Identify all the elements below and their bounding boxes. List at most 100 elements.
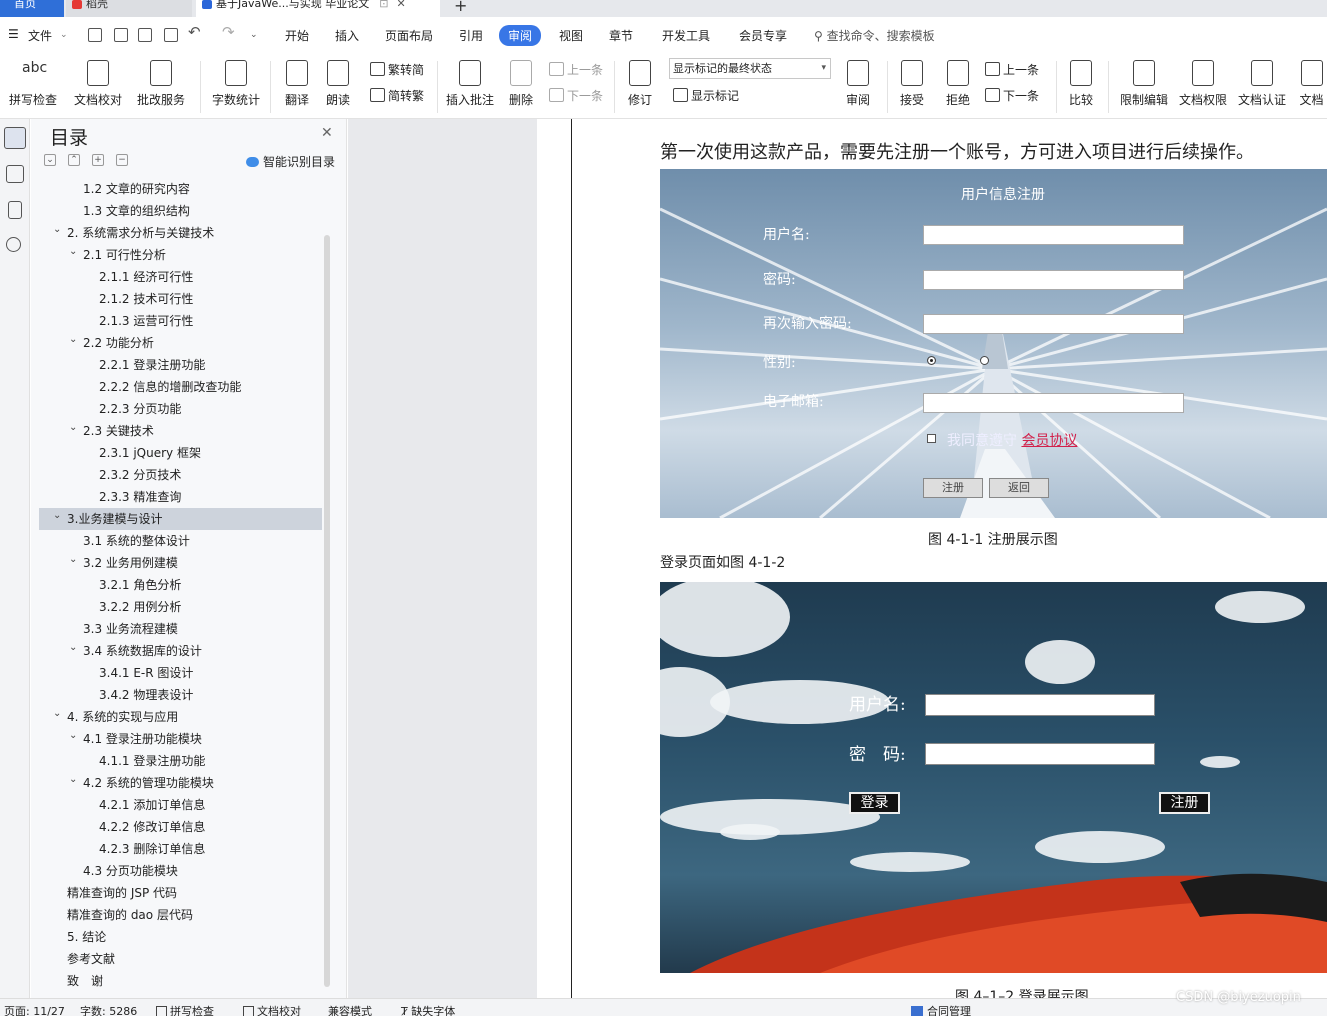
doc-certify-button[interactable]: 文档认证: [1236, 57, 1288, 108]
toc-item[interactable]: 4.2.1 添加订单信息: [39, 794, 322, 816]
chapter-nav-icon[interactable]: [6, 165, 24, 183]
menu-page-layout[interactable]: 页面布局: [385, 27, 433, 44]
smart-toc-button[interactable]: 智能识别目录: [246, 153, 335, 170]
toc-item[interactable]: 精准查询的 JSP 代码: [39, 882, 322, 904]
toc-item[interactable]: 1.2 文章的研究内容: [39, 178, 322, 200]
doc-more-button[interactable]: 文档: [1296, 57, 1327, 108]
toc-item[interactable]: ⌄ 4.2 系统的管理功能模块: [39, 772, 322, 794]
toc-item[interactable]: 2.1.2 技术可行性: [39, 288, 322, 310]
menu-review[interactable]: 审阅: [499, 25, 542, 46]
insert-comment-button[interactable]: 插入批注: [444, 57, 496, 108]
word-count-button[interactable]: 字数统计: [210, 57, 262, 108]
chevron-down-icon[interactable]: ⌄: [69, 725, 77, 747]
quick-access-more-icon[interactable]: ⌄: [250, 30, 258, 40]
toc-item[interactable]: 3.2.2 用例分析: [39, 596, 322, 618]
spell-check-toggle[interactable]: 拼写检查: [156, 1003, 214, 1016]
remove-heading-icon[interactable]: −: [116, 154, 128, 166]
menu-chapter[interactable]: 章节: [609, 27, 633, 44]
find-icon[interactable]: [6, 237, 21, 252]
batch-service-button[interactable]: 批改服务: [131, 57, 191, 108]
word-count-indicator[interactable]: 字数: 5286: [80, 1003, 137, 1016]
hamburger-icon[interactable]: ☰: [8, 27, 19, 41]
menu-insert[interactable]: 插入: [335, 27, 359, 44]
print-preview-icon[interactable]: [164, 28, 178, 42]
toc-item[interactable]: 3.4.1 E-R 图设计: [39, 662, 322, 684]
toc-item[interactable]: 5. 结论: [39, 926, 322, 948]
file-dropdown-icon[interactable]: ⌄: [60, 30, 68, 40]
add-heading-icon[interactable]: +: [92, 154, 104, 166]
menu-references[interactable]: 引用: [459, 27, 483, 44]
toc-item[interactable]: ⌄ 3.业务建模与设计: [39, 508, 322, 530]
read-aloud-button[interactable]: 朗读: [323, 57, 353, 108]
menu-file[interactable]: 文件: [28, 27, 52, 44]
chevron-down-icon[interactable]: ⌄: [69, 241, 77, 263]
accept-button[interactable]: 接受: [894, 57, 930, 108]
tab-document[interactable]: 基于JavaWe...与实现 毕业论文 ⊡ ✕: [196, 0, 440, 17]
toc-item[interactable]: 1.3 文章的组织结构: [39, 200, 322, 222]
toc-item[interactable]: 2.1.1 经济可行性: [39, 266, 322, 288]
chevron-down-icon[interactable]: ⌄: [69, 549, 77, 571]
delete-comment-button[interactable]: 删除: [504, 57, 538, 108]
menu-developer[interactable]: 开发工具: [662, 27, 710, 44]
compare-button[interactable]: 比较: [1063, 57, 1099, 108]
chevron-down-icon[interactable]: ⌄: [69, 637, 77, 659]
markup-state-select[interactable]: 显示标记的最终状态: [669, 58, 831, 79]
undo-icon[interactable]: ↶: [188, 23, 201, 41]
tab-home[interactable]: 首页: [0, 0, 64, 17]
translate-button[interactable]: 翻译: [278, 57, 316, 108]
missing-font-button[interactable]: T̷ 缺失字体: [401, 1003, 455, 1016]
export-pdf-icon[interactable]: [114, 28, 128, 42]
toc-item[interactable]: ⌄ 4.1 登录注册功能模块: [39, 728, 322, 750]
chevron-down-icon[interactable]: ⌄: [53, 219, 61, 241]
toc-item[interactable]: 3.1 系统的整体设计: [39, 530, 322, 552]
toc-item[interactable]: 致 谢: [39, 970, 322, 992]
new-tab-button[interactable]: +: [454, 0, 467, 15]
toc-item[interactable]: ⌄ 4. 系统的实现与应用: [39, 706, 322, 728]
toc-scrollbar[interactable]: [324, 235, 330, 987]
chevron-down-icon[interactable]: ⌄: [69, 329, 77, 351]
toc-item[interactable]: 3.4.2 物理表设计: [39, 684, 322, 706]
chevron-down-icon[interactable]: ⌄: [53, 505, 61, 527]
prev-comment-button[interactable]: 上一条: [549, 61, 603, 78]
toc-item[interactable]: 2.1.3 运营可行性: [39, 310, 322, 332]
prev-change-button[interactable]: 上一条: [985, 61, 1039, 78]
toc-item[interactable]: ⌄ 3.4 系统数据库的设计: [39, 640, 322, 662]
toc-item[interactable]: 4.2.3 删除订单信息: [39, 838, 322, 860]
toc-pane-icon[interactable]: [4, 127, 26, 149]
command-search[interactable]: ⚲ 查找命令、搜索模板: [814, 27, 935, 44]
toc-item[interactable]: ⌄ 2.3 关键技术: [39, 420, 322, 442]
page-indicator[interactable]: 页面: 11/27: [4, 1003, 65, 1016]
doc-permission-button[interactable]: 文档权限: [1177, 57, 1229, 108]
doc-proof-toggle[interactable]: 文档校对: [243, 1003, 301, 1016]
chevron-down-icon[interactable]: ⌄: [69, 417, 77, 439]
toc-item[interactable]: 2.2.2 信息的增删改查功能: [39, 376, 322, 398]
menu-start[interactable]: 开始: [285, 27, 309, 44]
bookmark-icon[interactable]: [8, 201, 22, 219]
chevron-down-icon[interactable]: ⌄: [69, 769, 77, 791]
toc-item[interactable]: 参考文献: [39, 948, 322, 970]
toc-item[interactable]: 3.3 业务流程建模: [39, 618, 322, 640]
redo-icon[interactable]: ↷: [222, 23, 235, 41]
print-icon[interactable]: [138, 28, 152, 42]
review-pane-button[interactable]: 审阅: [840, 57, 876, 108]
next-comment-button[interactable]: 下一条: [549, 87, 603, 104]
toc-item[interactable]: 2.2.1 登录注册功能: [39, 354, 322, 376]
expand-up-icon[interactable]: ⌃: [68, 154, 80, 166]
contract-manage-button[interactable]: 合同管理: [911, 1003, 971, 1016]
toc-item[interactable]: ⌄ 2. 系统需求分析与关键技术: [39, 222, 322, 244]
chevron-down-icon[interactable]: ⌄: [53, 703, 61, 725]
collapse-all-icon[interactable]: ⌄: [44, 154, 56, 166]
toc-item[interactable]: 4.1.1 登录注册功能: [39, 750, 322, 772]
menu-member[interactable]: 会员专享: [739, 27, 787, 44]
simp-to-trad-button[interactable]: 简转繁: [370, 87, 424, 104]
toc-item[interactable]: ⌄ 2.2 功能分析: [39, 332, 322, 354]
tab-close-icon[interactable]: ✕: [396, 0, 405, 10]
spell-check-button[interactable]: abc 拼写检查: [4, 57, 62, 108]
toc-item[interactable]: 2.3.3 精准查询: [39, 486, 322, 508]
tab-pin-icon[interactable]: ⊡: [379, 0, 388, 10]
track-changes-button[interactable]: 修订: [622, 57, 658, 108]
doc-proof-button[interactable]: 文档校对: [72, 57, 124, 108]
toc-item[interactable]: 2.3.2 分页技术: [39, 464, 322, 486]
toc-item[interactable]: 3.2.1 角色分析: [39, 574, 322, 596]
toc-item[interactable]: 4.3 分页功能模块: [39, 860, 322, 882]
